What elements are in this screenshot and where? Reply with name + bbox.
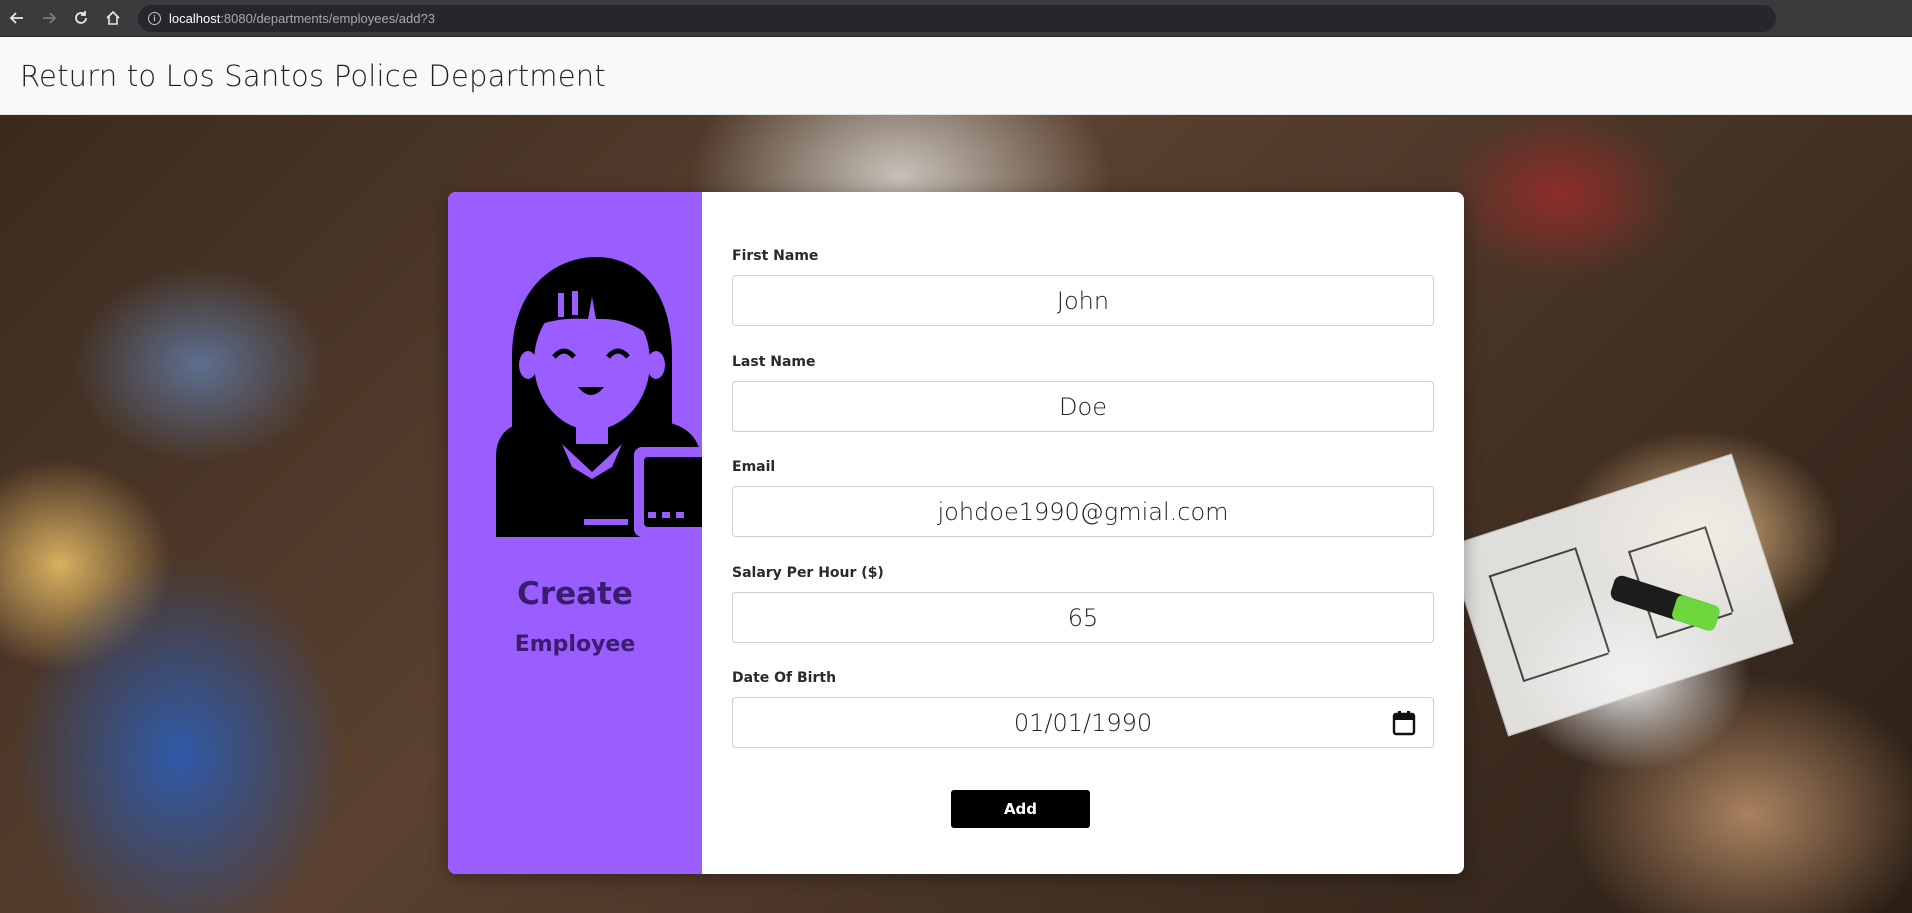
navbar: Return to Los Santos Police Department	[0, 37, 1912, 115]
create-employee-card: Create Employee First Name Last Name Ema…	[448, 192, 1464, 874]
home-icon	[106, 10, 120, 25]
arrow-left-icon	[9, 12, 23, 24]
card-title: Create	[517, 576, 633, 612]
calendar-icon[interactable]	[1392, 710, 1416, 736]
home-button[interactable]	[102, 7, 124, 29]
card-sidebar: Create Employee	[448, 192, 702, 874]
employee-avatar-icon	[496, 257, 702, 537]
reload-button[interactable]	[70, 7, 92, 29]
salary-label: Salary Per Hour ($)	[732, 565, 884, 581]
back-button[interactable]	[6, 7, 28, 29]
arrow-right-icon	[43, 12, 57, 24]
first-name-field[interactable]	[732, 275, 1434, 326]
email-field[interactable]	[732, 486, 1434, 537]
last-name-field[interactable]	[732, 381, 1434, 432]
return-link[interactable]: Return to Los Santos Police Department	[20, 59, 606, 93]
info-icon[interactable]: i	[148, 12, 161, 25]
address-bar[interactable]: i localhost:8080/departments/employees/a…	[138, 5, 1776, 32]
salary-field[interactable]	[732, 592, 1434, 643]
forward-button[interactable]	[38, 7, 60, 29]
card-subtitle: Employee	[514, 632, 636, 657]
url-text: localhost:8080/departments/employees/add…	[169, 11, 435, 26]
dob-field[interactable]	[732, 697, 1434, 748]
reload-icon	[75, 11, 87, 24]
add-button[interactable]: Add	[951, 790, 1090, 828]
last-name-label: Last Name	[732, 354, 816, 370]
dob-label: Date Of Birth	[732, 670, 837, 686]
email-label: Email	[732, 459, 776, 475]
browser-toolbar: i localhost:8080/departments/employees/a…	[0, 0, 1912, 37]
first-name-label: First Name	[732, 248, 819, 264]
